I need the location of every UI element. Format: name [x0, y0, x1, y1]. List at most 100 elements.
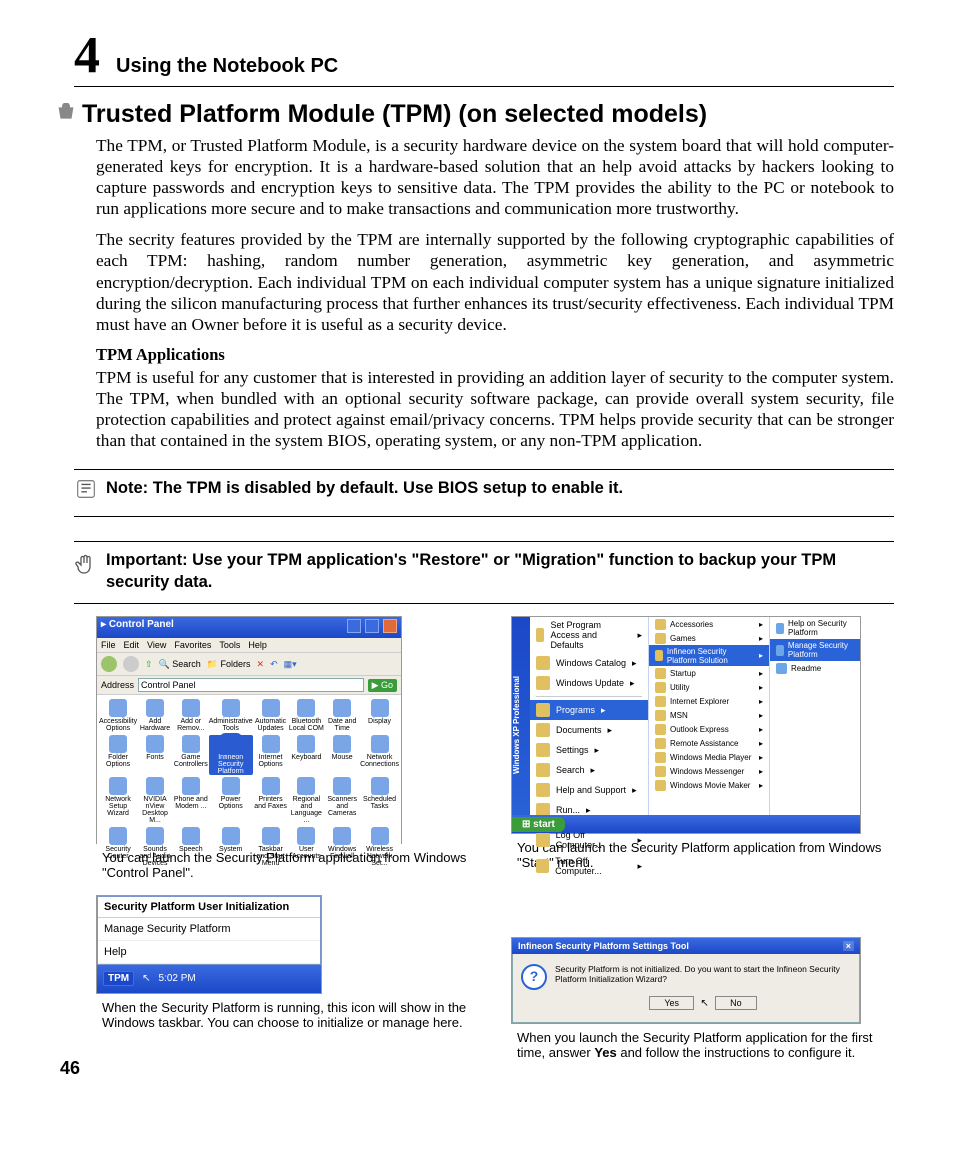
menu-item[interactable]: Games▸ — [649, 631, 769, 645]
note-text: Note: The TPM is disabled by default. Us… — [106, 478, 894, 499]
control-panel-item[interactable]: Keyboard — [288, 735, 324, 776]
control-panel-item[interactable]: Power Options — [209, 777, 253, 825]
question-icon: ? — [521, 964, 547, 990]
tpm-tray-icon[interactable]: TPM — [103, 971, 134, 986]
control-panel-item[interactable]: Infineon Security Platform — [209, 735, 253, 776]
control-panel-item[interactable]: Add Hardware — [137, 699, 173, 733]
body-paragraph-2: The secrity features provided by the TPM… — [96, 229, 894, 334]
window-buttons[interactable] — [346, 619, 397, 636]
control-panel-item[interactable]: Add or Remov... — [173, 699, 209, 733]
cursor-icon: ↖ — [142, 973, 150, 984]
control-panel-item[interactable]: Administrative Tools — [209, 699, 253, 733]
control-panel-item[interactable]: Regional and Language ... — [288, 777, 324, 825]
menu-item[interactable]: Settings▸ — [530, 740, 648, 760]
folders-button[interactable]: 📁 Folders — [207, 659, 251, 670]
start-menu-strip: Windows XP Professional — [512, 617, 530, 833]
menu-item[interactable]: Documents▸ — [530, 720, 648, 740]
menu-item[interactable]: Manage Security Platform — [770, 639, 860, 661]
figure-c-caption: When the Security Platform is running, t… — [102, 1000, 479, 1031]
menubar[interactable]: FileEditViewFavoritesToolsHelp — [97, 638, 401, 653]
control-panel-item[interactable]: Accessibility Options — [99, 699, 137, 733]
no-button[interactable]: No — [715, 996, 757, 1010]
control-panel-item[interactable]: Game Controllers — [173, 735, 209, 776]
menu-item[interactable]: Search▸ — [530, 760, 648, 780]
chapter-header: 4 Using the Notebook PC — [74, 30, 894, 87]
control-panel-item[interactable]: Phone and Modem ... — [173, 777, 209, 825]
control-panel-item[interactable]: Automatic Updates — [253, 699, 289, 733]
menu-item[interactable]: Startup▸ — [649, 666, 769, 680]
control-panel-item[interactable]: Scanners and Cameras — [324, 777, 360, 825]
body-paragraph-3: TPM is useful for any customer that is i… — [96, 367, 894, 451]
control-panel-item[interactable]: Display — [360, 699, 399, 733]
forward-icon[interactable] — [123, 656, 139, 672]
menu-item[interactable]: Help and Support▸ — [530, 780, 648, 800]
start-menu-col3[interactable]: Help on Security PlatformManage Security… — [770, 617, 860, 833]
menu-item[interactable]: Outlook Express▸ — [649, 722, 769, 736]
taskbar-time: 5:02 PM — [159, 973, 196, 984]
figure-start-menu: Windows XP Professional Set Program Acce… — [511, 616, 861, 834]
control-panel-item[interactable]: Network Setup Wizard — [99, 777, 137, 825]
start-menu-col1[interactable]: Set Program Access and Defaults▸Windows … — [530, 617, 649, 833]
control-panel-item[interactable]: Network Connections — [360, 735, 399, 776]
menu-item[interactable]: Programs▸ — [530, 700, 648, 720]
menu-item[interactable]: Utility▸ — [649, 680, 769, 694]
address-input[interactable] — [138, 678, 364, 692]
start-menu-col2[interactable]: Accessories▸Games▸Infineon Security Plat… — [649, 617, 770, 833]
dialog-close-icon[interactable]: × — [843, 941, 854, 951]
lock-icon — [56, 103, 76, 128]
dialog-title: Infineon Security Platform Settings Tool — [518, 941, 689, 951]
menu-item[interactable]: MSN▸ — [649, 708, 769, 722]
menu-item[interactable]: Remote Assistance▸ — [649, 736, 769, 750]
popup-item-manage[interactable]: Manage Security Platform — [98, 918, 320, 941]
menu-item[interactable]: Internet Explorer▸ — [649, 694, 769, 708]
menu-item[interactable]: Turn Off Computer...▸ — [530, 853, 648, 879]
start-button[interactable]: ⊞ start — [512, 817, 565, 832]
maximize-icon[interactable] — [365, 619, 379, 633]
menu-item[interactable]: Windows Update▸ — [530, 673, 648, 693]
control-panel-item[interactable]: Printers and Faxes — [253, 777, 289, 825]
taskbar[interactable]: TPM ↖ 5:02 PM — [97, 965, 321, 993]
cursor-icon: ↖ — [700, 998, 708, 1009]
figure-d-caption: When you launch the Security Platform ap… — [517, 1030, 894, 1061]
minimize-icon[interactable] — [347, 619, 361, 633]
up-icon[interactable]: ⇧ — [145, 659, 153, 670]
popup-item-help[interactable]: Help — [98, 941, 320, 964]
important-text: Important: Use your TPM application's "R… — [106, 550, 894, 593]
control-panel-item[interactable]: Date and Time — [324, 699, 360, 733]
control-panel-item[interactable]: NVIDIA nView Desktop M... — [137, 777, 173, 825]
control-panel-item[interactable]: Fonts — [137, 735, 173, 776]
menu-item[interactable]: Windows Catalog▸ — [530, 653, 648, 673]
menu-item[interactable]: Windows Media Player▸ — [649, 750, 769, 764]
views-icon[interactable]: ▦▾ — [284, 659, 297, 670]
control-panel-item[interactable]: Folder Options — [99, 735, 137, 776]
control-panel-item[interactable]: Mouse — [324, 735, 360, 776]
popup-title: Security Platform User Initialization — [98, 897, 320, 918]
back-icon[interactable] — [101, 656, 117, 672]
control-panel-icons[interactable]: Accessibility OptionsAdd HardwareAdd or … — [97, 695, 401, 871]
control-panel-item[interactable]: Internet Options — [253, 735, 289, 776]
page-number: 46 — [60, 1058, 80, 1079]
toolbar[interactable]: ⇧ 🔍 Search 📁 Folders ✕ ↶ ▦▾ — [97, 653, 401, 676]
undo-icon[interactable]: ↶ — [270, 659, 278, 670]
figure-control-panel: ▸ Control Panel FileEditViewFavoritesToo… — [96, 616, 402, 844]
control-panel-item[interactable]: Bluetooth Local COM — [288, 699, 324, 733]
chapter-title: Using the Notebook PC — [116, 55, 338, 78]
menu-item[interactable]: Infineon Security Platform Solution▸ — [649, 645, 769, 666]
menu-item[interactable]: Readme — [770, 661, 860, 676]
go-button[interactable]: ▶ Go — [368, 679, 397, 692]
note-icon — [74, 478, 98, 506]
menu-item[interactable]: Set Program Access and Defaults▸ — [530, 617, 648, 653]
important-callout: Important: Use your TPM application's "R… — [74, 541, 894, 604]
menu-item[interactable]: Accessories▸ — [649, 617, 769, 631]
control-panel-item[interactable]: Scheduled Tasks — [360, 777, 399, 825]
menu-item[interactable]: Windows Movie Maker▸ — [649, 778, 769, 792]
hand-icon — [74, 550, 98, 584]
dialog-message: Security Platform is not initialized. Do… — [555, 964, 851, 984]
search-button[interactable]: 🔍 Search — [159, 659, 201, 670]
close-icon[interactable] — [383, 619, 397, 633]
menu-item[interactable]: Help on Security Platform — [770, 617, 860, 639]
address-label: Address — [101, 680, 134, 690]
delete-icon[interactable]: ✕ — [257, 659, 265, 670]
menu-item[interactable]: Windows Messenger▸ — [649, 764, 769, 778]
yes-button[interactable]: Yes — [649, 996, 694, 1010]
